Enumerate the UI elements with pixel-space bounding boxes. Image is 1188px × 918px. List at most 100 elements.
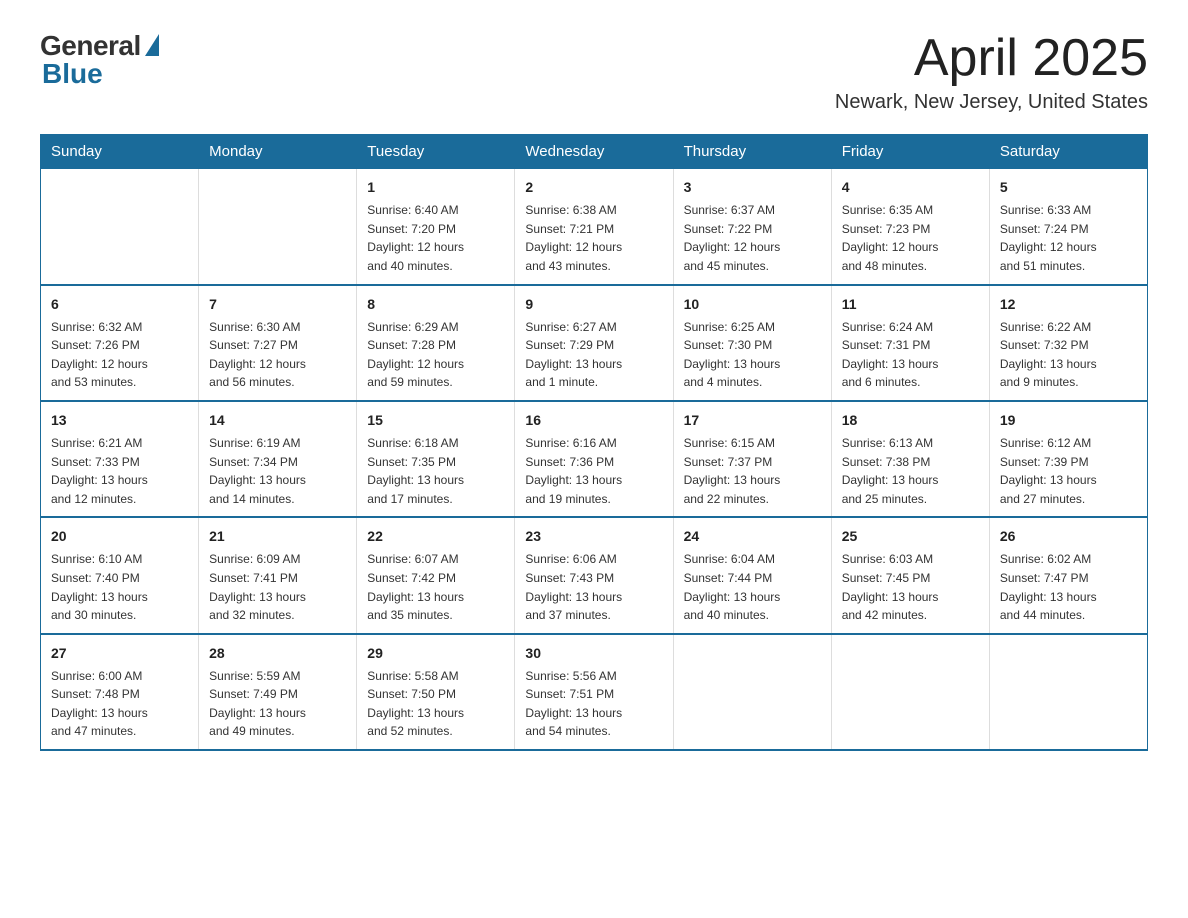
day-cell: 9 Sunrise: 6:27 AM Sunset: 7:29 PM Daylig… bbox=[515, 285, 673, 401]
day-cell: 12 Sunrise: 6:22 AM Sunset: 7:32 PM Dayli… bbox=[989, 285, 1147, 401]
day-info: Sunrise: 6:25 AM Sunset: 7:30 PM Dayligh… bbox=[684, 318, 821, 392]
header-wednesday: Wednesday bbox=[515, 135, 673, 169]
title-area: April 2025 Newark, New Jersey, United St… bbox=[835, 30, 1148, 114]
day-info: Sunrise: 6:35 AM Sunset: 7:23 PM Dayligh… bbox=[842, 201, 979, 275]
day-cell bbox=[831, 634, 989, 750]
location-text: Newark, New Jersey, United States bbox=[835, 91, 1148, 114]
day-info: Sunrise: 6:16 AM Sunset: 7:36 PM Dayligh… bbox=[525, 434, 662, 508]
day-number: 5 bbox=[1000, 177, 1137, 198]
day-info: Sunrise: 5:56 AM Sunset: 7:51 PM Dayligh… bbox=[525, 667, 662, 741]
day-number: 20 bbox=[51, 526, 188, 547]
day-cell: 19 Sunrise: 6:12 AM Sunset: 7:39 PM Dayli… bbox=[989, 401, 1147, 517]
day-info: Sunrise: 6:12 AM Sunset: 7:39 PM Dayligh… bbox=[1000, 434, 1137, 508]
day-cell: 2 Sunrise: 6:38 AM Sunset: 7:21 PM Daylig… bbox=[515, 169, 673, 285]
header-sunday: Sunday bbox=[41, 135, 199, 169]
day-cell: 22Sunrise: 6:07 AM Sunset: 7:42 PM Dayli… bbox=[357, 517, 515, 633]
day-info: Sunrise: 6:02 AM Sunset: 7:47 PM Dayligh… bbox=[1000, 550, 1137, 624]
calendar-table: SundayMondayTuesdayWednesdayThursdayFrid… bbox=[40, 134, 1148, 751]
day-cell bbox=[673, 634, 831, 750]
day-info: Sunrise: 6:38 AM Sunset: 7:21 PM Dayligh… bbox=[525, 201, 662, 275]
day-info: Sunrise: 6:00 AM Sunset: 7:48 PM Dayligh… bbox=[51, 667, 188, 741]
day-cell: 20Sunrise: 6:10 AM Sunset: 7:40 PM Dayli… bbox=[41, 517, 199, 633]
day-cell: 14 Sunrise: 6:19 AM Sunset: 7:34 PM Dayli… bbox=[199, 401, 357, 517]
day-number: 19 bbox=[1000, 410, 1137, 431]
day-info: Sunrise: 6:33 AM Sunset: 7:24 PM Dayligh… bbox=[1000, 201, 1137, 275]
day-info: Sunrise: 6:07 AM Sunset: 7:42 PM Dayligh… bbox=[367, 550, 504, 624]
day-cell: 25 Sunrise: 6:03 AM Sunset: 7:45 PM Dayli… bbox=[831, 517, 989, 633]
day-number: 7 bbox=[209, 294, 346, 315]
day-cell: 30Sunrise: 5:56 AM Sunset: 7:51 PM Dayli… bbox=[515, 634, 673, 750]
day-cell bbox=[199, 169, 357, 285]
day-number: 2 bbox=[525, 177, 662, 198]
day-number: 18 bbox=[842, 410, 979, 431]
day-cell: 15 Sunrise: 6:18 AM Sunset: 7:35 PM Dayli… bbox=[357, 401, 515, 517]
day-cell: 3 Sunrise: 6:37 AM Sunset: 7:22 PM Daylig… bbox=[673, 169, 831, 285]
header-monday: Monday bbox=[199, 135, 357, 169]
day-cell: 11 Sunrise: 6:24 AM Sunset: 7:31 PM Dayli… bbox=[831, 285, 989, 401]
day-number: 23 bbox=[525, 526, 662, 547]
day-cell: 18 Sunrise: 6:13 AM Sunset: 7:38 PM Dayli… bbox=[831, 401, 989, 517]
day-info: Sunrise: 6:22 AM Sunset: 7:32 PM Dayligh… bbox=[1000, 318, 1137, 392]
day-number: 15 bbox=[367, 410, 504, 431]
header-thursday: Thursday bbox=[673, 135, 831, 169]
day-cell: 1 Sunrise: 6:40 AM Sunset: 7:20 PM Daylig… bbox=[357, 169, 515, 285]
day-info: Sunrise: 6:13 AM Sunset: 7:38 PM Dayligh… bbox=[842, 434, 979, 508]
page-header: General Blue April 2025 Newark, New Jers… bbox=[40, 30, 1148, 114]
day-cell: 16 Sunrise: 6:16 AM Sunset: 7:36 PM Dayli… bbox=[515, 401, 673, 517]
day-number: 3 bbox=[684, 177, 821, 198]
week-row-2: 6Sunrise: 6:32 AM Sunset: 7:26 PM Daylig… bbox=[41, 285, 1148, 401]
day-number: 10 bbox=[684, 294, 821, 315]
day-number: 17 bbox=[684, 410, 821, 431]
day-number: 8 bbox=[367, 294, 504, 315]
day-info: Sunrise: 6:15 AM Sunset: 7:37 PM Dayligh… bbox=[684, 434, 821, 508]
day-cell: 8 Sunrise: 6:29 AM Sunset: 7:28 PM Daylig… bbox=[357, 285, 515, 401]
day-number: 14 bbox=[209, 410, 346, 431]
day-number: 13 bbox=[51, 410, 188, 431]
day-cell: 6Sunrise: 6:32 AM Sunset: 7:26 PM Daylig… bbox=[41, 285, 199, 401]
day-number: 6 bbox=[51, 294, 188, 315]
day-number: 11 bbox=[842, 294, 979, 315]
day-info: Sunrise: 6:03 AM Sunset: 7:45 PM Dayligh… bbox=[842, 550, 979, 624]
day-info: Sunrise: 6:24 AM Sunset: 7:31 PM Dayligh… bbox=[842, 318, 979, 392]
day-cell: 28 Sunrise: 5:59 AM Sunset: 7:49 PM Dayli… bbox=[199, 634, 357, 750]
day-number: 26 bbox=[1000, 526, 1137, 547]
day-info: Sunrise: 6:21 AM Sunset: 7:33 PM Dayligh… bbox=[51, 434, 188, 508]
day-number: 25 bbox=[842, 526, 979, 547]
day-info: Sunrise: 6:40 AM Sunset: 7:20 PM Dayligh… bbox=[367, 201, 504, 275]
month-title: April 2025 bbox=[835, 30, 1148, 87]
day-info: Sunrise: 5:58 AM Sunset: 7:50 PM Dayligh… bbox=[367, 667, 504, 741]
day-info: Sunrise: 6:19 AM Sunset: 7:34 PM Dayligh… bbox=[209, 434, 346, 508]
day-number: 28 bbox=[209, 643, 346, 664]
day-number: 12 bbox=[1000, 294, 1137, 315]
day-cell: 21Sunrise: 6:09 AM Sunset: 7:41 PM Dayli… bbox=[199, 517, 357, 633]
header-saturday: Saturday bbox=[989, 135, 1147, 169]
day-info: Sunrise: 5:59 AM Sunset: 7:49 PM Dayligh… bbox=[209, 667, 346, 741]
day-cell: 10 Sunrise: 6:25 AM Sunset: 7:30 PM Dayli… bbox=[673, 285, 831, 401]
day-info: Sunrise: 6:37 AM Sunset: 7:22 PM Dayligh… bbox=[684, 201, 821, 275]
day-cell: 26 Sunrise: 6:02 AM Sunset: 7:47 PM Dayli… bbox=[989, 517, 1147, 633]
day-info: Sunrise: 6:18 AM Sunset: 7:35 PM Dayligh… bbox=[367, 434, 504, 508]
day-info: Sunrise: 6:09 AM Sunset: 7:41 PM Dayligh… bbox=[209, 550, 346, 624]
week-row-3: 13 Sunrise: 6:21 AM Sunset: 7:33 PM Dayli… bbox=[41, 401, 1148, 517]
day-cell: 7Sunrise: 6:30 AM Sunset: 7:27 PM Daylig… bbox=[199, 285, 357, 401]
day-cell: 13 Sunrise: 6:21 AM Sunset: 7:33 PM Dayli… bbox=[41, 401, 199, 517]
logo: General Blue bbox=[40, 30, 159, 90]
day-number: 29 bbox=[367, 643, 504, 664]
week-row-5: 27 Sunrise: 6:00 AM Sunset: 7:48 PM Dayli… bbox=[41, 634, 1148, 750]
day-cell: 17 Sunrise: 6:15 AM Sunset: 7:37 PM Dayli… bbox=[673, 401, 831, 517]
day-cell: 29 Sunrise: 5:58 AM Sunset: 7:50 PM Dayli… bbox=[357, 634, 515, 750]
day-number: 1 bbox=[367, 177, 504, 198]
day-info: Sunrise: 6:29 AM Sunset: 7:28 PM Dayligh… bbox=[367, 318, 504, 392]
logo-triangle-icon bbox=[145, 34, 159, 56]
day-number: 9 bbox=[525, 294, 662, 315]
day-cell: 27 Sunrise: 6:00 AM Sunset: 7:48 PM Dayli… bbox=[41, 634, 199, 750]
day-cell: 4Sunrise: 6:35 AM Sunset: 7:23 PM Daylig… bbox=[831, 169, 989, 285]
day-number: 27 bbox=[51, 643, 188, 664]
calendar-header-row: SundayMondayTuesdayWednesdayThursdayFrid… bbox=[41, 135, 1148, 169]
day-cell: 5 Sunrise: 6:33 AM Sunset: 7:24 PM Daylig… bbox=[989, 169, 1147, 285]
day-info: Sunrise: 6:06 AM Sunset: 7:43 PM Dayligh… bbox=[525, 550, 662, 624]
week-row-1: 1 Sunrise: 6:40 AM Sunset: 7:20 PM Daylig… bbox=[41, 169, 1148, 285]
day-number: 16 bbox=[525, 410, 662, 431]
day-info: Sunrise: 6:27 AM Sunset: 7:29 PM Dayligh… bbox=[525, 318, 662, 392]
header-tuesday: Tuesday bbox=[357, 135, 515, 169]
